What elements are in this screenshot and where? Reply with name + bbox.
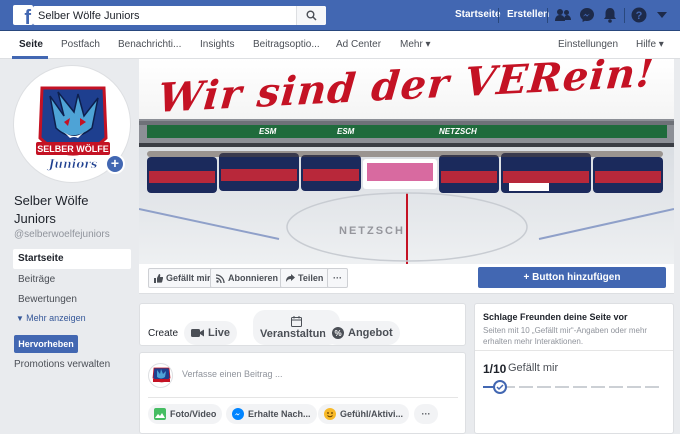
smiley-icon — [324, 408, 336, 420]
page-admin-tabs: Seite Postfach Benachrichti... Insights … — [0, 31, 680, 59]
page-title: Selber Wölfe Juniors — [14, 193, 89, 226]
progress-step — [627, 386, 641, 388]
sidebar-item-home[interactable]: Startseite — [13, 249, 131, 269]
invite-description: Seiten mit 10 „Gefällt mir“-Angaben oder… — [483, 326, 648, 346]
live-button[interactable]: Live — [184, 321, 238, 345]
post-composer: Verfasse einen Beitrag ... Foto/Video Er… — [139, 352, 466, 434]
feeling-activity-button[interactable]: Gefühl/Aktivi... — [318, 404, 410, 424]
progress-step — [573, 386, 587, 388]
add-photo-button[interactable]: + — [105, 154, 125, 174]
progress-step — [609, 386, 623, 388]
create-post-card: Create Live Veranstaltung % Angebot — [139, 303, 466, 346]
offer-tag-icon: % — [332, 327, 344, 339]
tab-more[interactable]: Mehr ▾ — [400, 39, 431, 50]
follow-button[interactable]: Abonnieren — [210, 268, 285, 288]
friends-icon[interactable] — [554, 6, 572, 24]
svg-text:Juniors: Juniors — [47, 157, 98, 171]
chevron-down-icon: ▼ — [16, 314, 27, 323]
svg-text:?: ? — [636, 10, 643, 22]
thumbs-up-icon — [154, 273, 163, 283]
sidebar-item-reviews[interactable]: Bewertungen — [13, 290, 131, 310]
divider — [475, 350, 673, 351]
show-more-link[interactable]: ▼ Mehr anzeigen — [16, 313, 86, 323]
tab-ad-center[interactable]: Ad Center — [336, 39, 381, 50]
video-camera-icon — [191, 329, 204, 337]
invite-title: Schlage Freunden deine Seite vor — [483, 312, 628, 322]
offer-button[interactable]: % Angebot — [325, 321, 400, 345]
cover-photo[interactable]: Wir sind der VERein! ESM ESM NETZSCH NET… — [139, 59, 674, 264]
messenger-icon — [232, 408, 244, 420]
divider — [498, 8, 499, 23]
search-button[interactable] — [296, 6, 326, 25]
progress-step — [591, 386, 605, 388]
sidebar-item-posts[interactable]: Beiträge — [13, 270, 131, 290]
like-button[interactable]: Gefällt mir — [148, 268, 217, 288]
search-icon — [306, 10, 317, 21]
divider — [624, 8, 625, 23]
divider — [547, 8, 548, 23]
add-button-cta[interactable]: + Button hinzufügen — [478, 267, 666, 288]
facebook-logo-icon[interactable]: f — [13, 5, 33, 25]
get-messages-button[interactable]: Erhalte Nach... — [226, 404, 317, 424]
tab-insights[interactable]: Insights — [200, 39, 234, 50]
svg-text:SELBER WÖLFE: SELBER WÖLFE — [37, 144, 109, 154]
progress-step — [555, 386, 569, 388]
page-username[interactable]: @selberwoelfejuniors — [14, 229, 110, 240]
help-icon[interactable]: ? — [630, 6, 648, 24]
avatar — [148, 363, 173, 388]
invite-friends-card: Schlage Freunden deine Seite vor Seiten … — [474, 303, 674, 434]
progress-check-icon — [493, 380, 507, 394]
more-options-button[interactable]: ··· — [414, 404, 438, 424]
promote-button[interactable]: Hervorheben — [14, 335, 78, 353]
ad-board — [147, 125, 667, 138]
more-actions-button[interactable]: ··· — [327, 268, 348, 288]
svg-text:%: % — [334, 329, 341, 338]
share-button[interactable]: Teilen — [280, 268, 330, 288]
progress-step — [537, 386, 551, 388]
ice-logo: NETZSCH — [339, 225, 405, 237]
calendar-icon — [290, 315, 302, 327]
create-label: Create — [148, 328, 179, 339]
tab-publishing-tools[interactable]: Beitragsoptio... — [253, 39, 320, 50]
ad-board-text: ESM — [259, 127, 277, 136]
ad-board-text: ESM — [337, 127, 355, 136]
messenger-icon[interactable] — [578, 6, 596, 24]
progress-step — [519, 386, 533, 388]
tab-page[interactable]: Seite — [19, 39, 43, 50]
progress-step — [645, 386, 659, 388]
page-action-bar: Gefällt mir Abonnieren Teilen ··· + Butt… — [139, 264, 674, 294]
search-box — [33, 6, 326, 25]
rss-icon — [216, 273, 225, 283]
search-input[interactable] — [33, 6, 283, 25]
divider — [148, 397, 458, 398]
photo-icon — [154, 408, 166, 420]
create-link[interactable]: Erstellen — [507, 9, 549, 20]
tab-notifications[interactable]: Benachrichti... — [118, 39, 181, 50]
tab-inbox[interactable]: Postfach — [61, 39, 100, 50]
active-tab-indicator — [12, 56, 48, 59]
home-link[interactable]: Startseite — [455, 9, 501, 20]
composer-input[interactable]: Verfasse einen Beitrag ... — [182, 369, 283, 379]
likes-label: Gefällt mir — [508, 362, 559, 374]
tab-help[interactable]: Hilfe ▾ — [636, 39, 664, 50]
manage-promotions-link[interactable]: Promotions verwalten — [14, 359, 110, 370]
ad-board-text: NETZSCH — [439, 127, 477, 136]
likes-count: 1/10 — [483, 362, 507, 376]
photo-video-button[interactable]: Foto/Video — [148, 404, 223, 424]
caret-down-icon[interactable] — [653, 6, 671, 24]
top-navigation-bar: f Startseite Erstellen ? — [0, 0, 680, 31]
likes-progress-bar — [483, 386, 665, 389]
tab-settings[interactable]: Einstellungen — [558, 39, 618, 50]
notifications-icon[interactable] — [601, 6, 619, 24]
share-arrow-icon — [286, 273, 295, 282]
